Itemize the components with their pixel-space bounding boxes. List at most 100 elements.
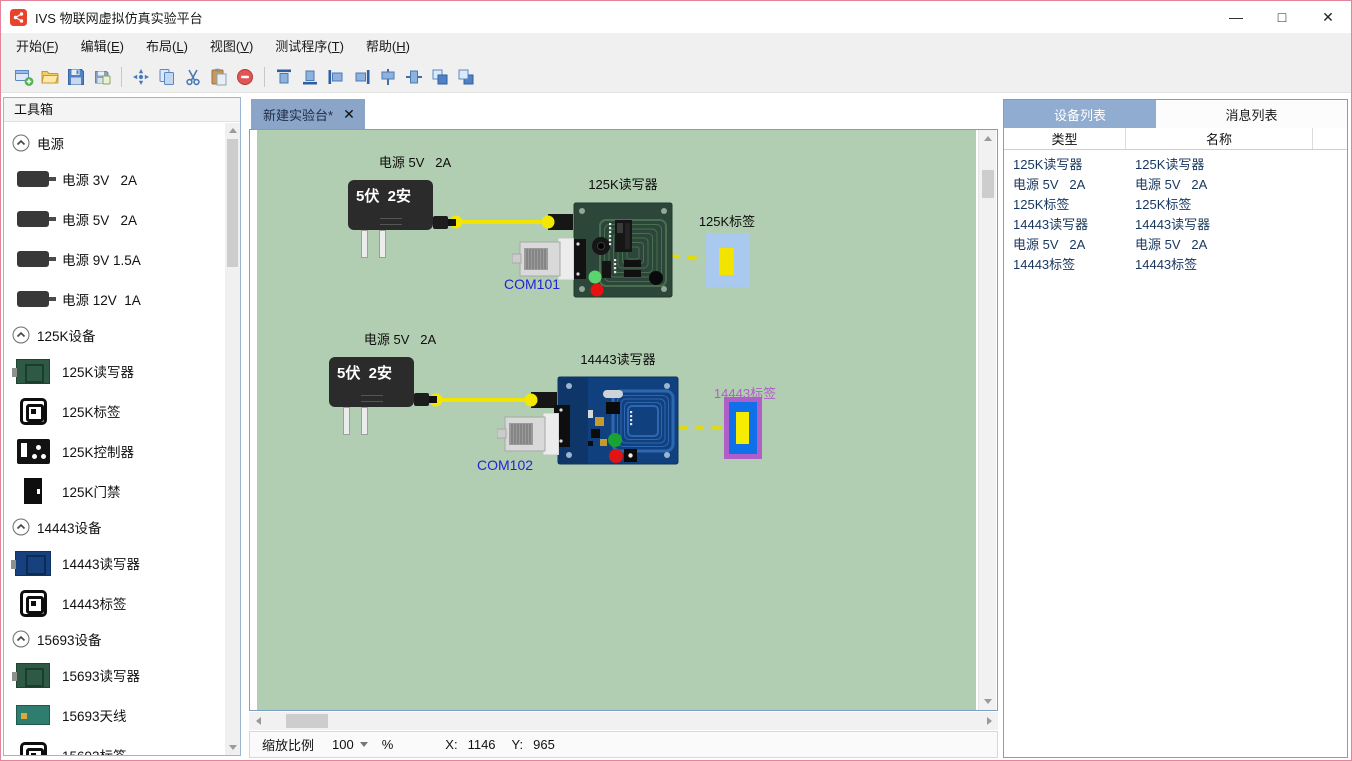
toolbox-group-15693[interactable]: 15693设备 <box>4 623 225 655</box>
toolbox-item-15693-reader[interactable]: 15693读写器 <box>4 655 225 695</box>
cursor-y-label: Y: <box>512 737 524 752</box>
save-as-button[interactable] <box>89 64 115 90</box>
scroll-down-icon[interactable] <box>979 693 997 710</box>
align-bottom-button[interactable] <box>297 64 323 90</box>
table-row[interactable]: 14443读写器14443读写器 <box>1004 213 1347 233</box>
tab-message-list[interactable]: 消息列表 <box>1156 100 1347 128</box>
toolbar <box>1 61 1351 93</box>
align-center-vertical-button[interactable] <box>401 64 427 90</box>
vent-lines <box>380 218 402 225</box>
table-row[interactable]: 125K标签125K标签 <box>1004 193 1347 213</box>
paste-button[interactable] <box>206 64 232 90</box>
power-adapter-icon <box>4 211 62 227</box>
serial-connector-com102[interactable] <box>497 413 559 460</box>
menu-edit[interactable]: 编辑(E) <box>70 33 135 61</box>
maximize-button[interactable]: □ <box>1259 1 1305 33</box>
column-type[interactable]: 类型 <box>1004 128 1126 149</box>
cut-button[interactable] <box>180 64 206 90</box>
scrollbar-thumb[interactable] <box>227 139 238 267</box>
reader2-label: 14443读写器 <box>558 349 678 368</box>
toolbox-item-power-3v[interactable]: 电源 3V 2A <box>4 159 225 199</box>
table-row[interactable]: 14443标签14443标签 <box>1004 253 1347 273</box>
delete-button[interactable] <box>232 64 258 90</box>
canvas-vertical-scrollbar[interactable] <box>978 130 996 710</box>
open-button[interactable] <box>37 64 63 90</box>
scroll-down-icon[interactable] <box>225 740 240 755</box>
tab-close-icon[interactable]: ✕ <box>343 106 355 123</box>
power-adapter-1[interactable]: 5伏 2安 <box>348 180 433 230</box>
experiment-canvas[interactable]: 电源 5V 2A 5伏 2安 125K读写器 <box>257 130 976 710</box>
toolbox-item-14443-tag[interactable]: 14443标签 <box>4 583 225 623</box>
table-row[interactable]: 电源 5V 2A电源 5V 2A <box>1004 173 1347 193</box>
toolbox-item-15693-tag[interactable]: 15693标签 <box>4 735 225 755</box>
menu-layout[interactable]: 布局(L) <box>135 33 199 61</box>
green-pcb-icon <box>4 663 62 688</box>
scroll-up-icon[interactable] <box>225 123 240 138</box>
bring-to-front-button[interactable] <box>427 64 453 90</box>
toolbox-group-125k[interactable]: 125K设备 <box>4 319 225 351</box>
close-button[interactable]: ✕ <box>1305 1 1351 33</box>
power-adapter-icon <box>4 251 62 267</box>
toolbox-group-power[interactable]: 电源 <box>4 127 225 159</box>
table-row[interactable]: 电源 5V 2A电源 5V 2A <box>1004 233 1347 253</box>
tab-new-workbench[interactable]: 新建实验台* ✕ <box>251 99 365 129</box>
toolbox-item-power-9v[interactable]: 电源 9V 1.5A <box>4 239 225 279</box>
align-right-button[interactable] <box>349 64 375 90</box>
column-name[interactable]: 名称 <box>1126 128 1313 149</box>
zoom-select[interactable]: 100 <box>332 737 368 752</box>
scroll-right-icon[interactable] <box>980 712 998 730</box>
scroll-up-icon[interactable] <box>979 130 997 147</box>
menu-help[interactable]: 帮助(H) <box>355 33 421 61</box>
toolbox-item-125k-tag[interactable]: 125K标签 <box>4 391 225 431</box>
reader-14443[interactable] <box>558 377 678 469</box>
table-row[interactable]: 125K读写器125K读写器 <box>1004 153 1347 173</box>
align-left-button[interactable] <box>323 64 349 90</box>
menu-test-program[interactable]: 测试程序(T) <box>264 33 355 61</box>
power-adapter-2[interactable]: 5伏 2安 <box>329 357 414 407</box>
percent-label: % <box>382 737 394 752</box>
toolbox-item-14443-reader[interactable]: 14443读写器 <box>4 543 225 583</box>
menu-start[interactable]: 开始(F) <box>5 33 70 61</box>
reader-125k[interactable] <box>574 203 672 302</box>
plug-stub <box>433 216 448 229</box>
device-table-body: 125K读写器125K读写器 电源 5V 2A电源 5V 2A 125K标签12… <box>1004 150 1347 273</box>
right-panel: 设备列表 消息列表 类型 名称 125K读写器125K读写器 电源 5V 2A电… <box>1003 99 1348 758</box>
menu-view[interactable]: 视图(V) <box>199 33 264 61</box>
plug-prong <box>343 407 350 435</box>
zoom-label: 缩放比例 <box>262 735 314 754</box>
menubar: 开始(F) 编辑(E) 布局(L) 视图(V) 测试程序(T) 帮助(H) <box>1 33 1351 61</box>
toolbox-item-power-5v[interactable]: 电源 5V 2A <box>4 199 225 239</box>
collapse-chevron-icon <box>12 326 30 344</box>
plug-prong <box>379 230 386 258</box>
toolbox-item-125k-reader[interactable]: 125K读写器 <box>4 351 225 391</box>
scrollbar-thumb[interactable] <box>286 714 328 728</box>
tag-125k[interactable] <box>706 233 749 287</box>
red-led <box>591 284 604 297</box>
transform-button[interactable] <box>128 64 154 90</box>
send-to-back-button[interactable] <box>453 64 479 90</box>
toolbox-scrollbar[interactable] <box>225 123 240 755</box>
toolbox-item-125k-door[interactable]: 125K门禁 <box>4 471 225 511</box>
scrollbar-thumb[interactable] <box>982 170 994 198</box>
tab-device-list[interactable]: 设备列表 <box>1004 100 1156 128</box>
toolbox-item-power-12v[interactable]: 电源 12V 1A <box>4 279 225 319</box>
align-top-button[interactable] <box>271 64 297 90</box>
cursor-x-value: 1146 <box>468 737 496 752</box>
toolbox-item-15693-antenna[interactable]: 15693天线 <box>4 695 225 735</box>
save-button[interactable] <box>63 64 89 90</box>
new-button[interactable] <box>11 64 37 90</box>
app-logo-icon <box>10 9 27 26</box>
scroll-left-icon[interactable] <box>249 712 267 730</box>
canvas-horizontal-scrollbar[interactable] <box>249 712 998 730</box>
toolbar-separator <box>121 67 122 87</box>
toolbox-item-125k-controller[interactable]: 125K控制器 <box>4 431 225 471</box>
canvas-tabbar: 新建实验台* ✕ <box>249 99 998 129</box>
toolbox-group-14443[interactable]: 14443设备 <box>4 511 225 543</box>
plug-tip <box>429 396 437 403</box>
canvas-viewport: 电源 5V 2A 5伏 2安 125K读写器 <box>249 129 998 711</box>
align-center-horizontal-button[interactable] <box>375 64 401 90</box>
tag-14443[interactable] <box>724 397 762 459</box>
minimize-button[interactable]: — <box>1213 1 1259 33</box>
titlebar: IVS 物联网虚拟仿真实验平台 — □ ✕ <box>1 1 1351 33</box>
copy-button[interactable] <box>154 64 180 90</box>
